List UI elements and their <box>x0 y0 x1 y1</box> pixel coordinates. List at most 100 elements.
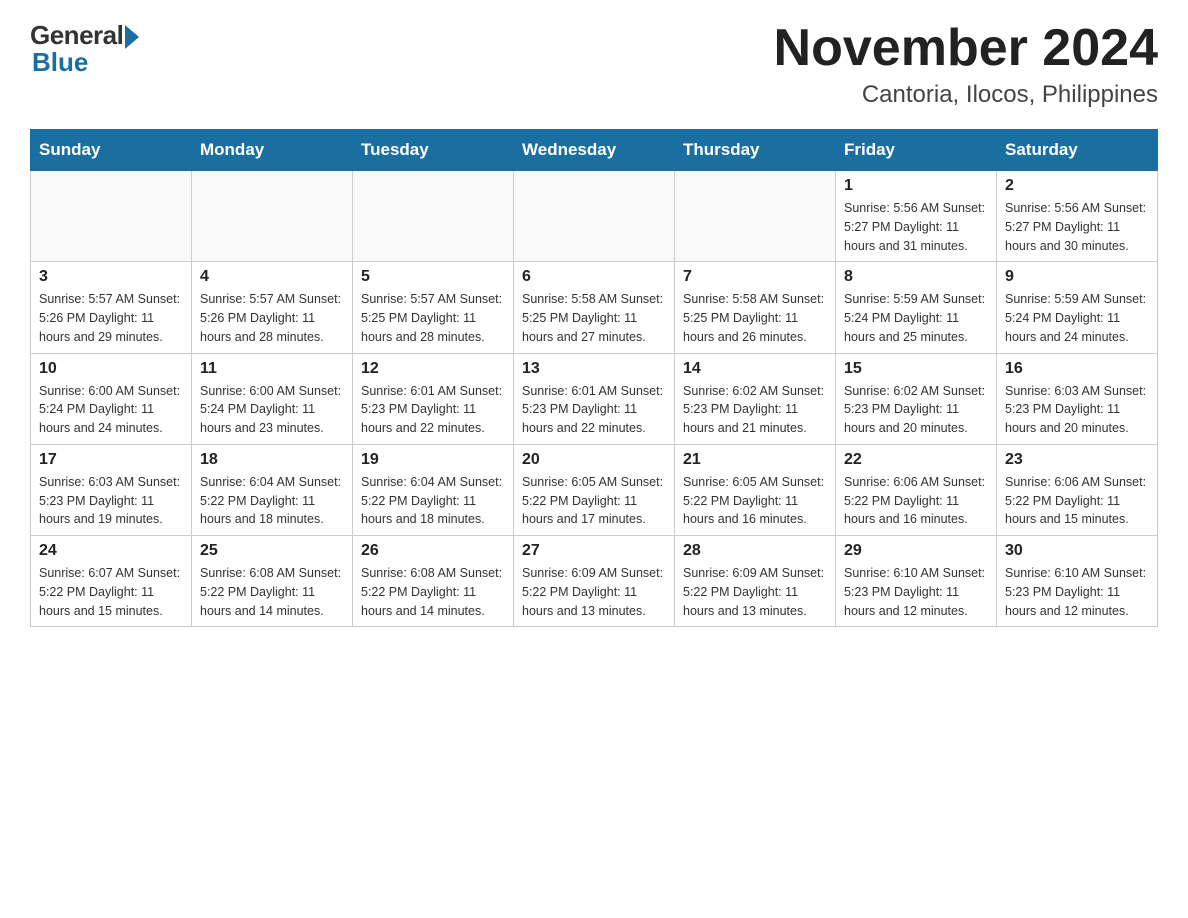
day-info: Sunrise: 5:57 AM Sunset: 5:26 PM Dayligh… <box>39 290 183 346</box>
day-info: Sunrise: 5:58 AM Sunset: 5:25 PM Dayligh… <box>522 290 666 346</box>
day-number: 26 <box>361 542 505 560</box>
day-number: 2 <box>1005 177 1149 195</box>
calendar-cell <box>514 171 675 262</box>
day-info: Sunrise: 6:06 AM Sunset: 5:22 PM Dayligh… <box>1005 473 1149 529</box>
calendar-cell <box>192 171 353 262</box>
logo-blue-text: Blue <box>32 47 88 78</box>
calendar-cell: 24 Sunrise: 6:07 AM Sunset: 5:22 PM Dayli… <box>31 536 192 627</box>
calendar-cell: 26 Sunrise: 6:08 AM Sunset: 5:22 PM Dayli… <box>353 536 514 627</box>
day-info: Sunrise: 6:08 AM Sunset: 5:22 PM Dayligh… <box>200 564 344 620</box>
day-number: 10 <box>39 360 183 378</box>
calendar-header-tuesday: Tuesday <box>353 130 514 171</box>
day-number: 9 <box>1005 268 1149 286</box>
day-number: 7 <box>683 268 827 286</box>
calendar-cell <box>353 171 514 262</box>
day-info: Sunrise: 6:02 AM Sunset: 5:23 PM Dayligh… <box>683 382 827 438</box>
calendar-cell: 29 Sunrise: 6:10 AM Sunset: 5:23 PM Dayli… <box>836 536 997 627</box>
calendar-cell: 7 Sunrise: 5:58 AM Sunset: 5:25 PM Daylig… <box>675 262 836 353</box>
day-info: Sunrise: 6:10 AM Sunset: 5:23 PM Dayligh… <box>844 564 988 620</box>
calendar-cell: 23 Sunrise: 6:06 AM Sunset: 5:22 PM Dayli… <box>997 444 1158 535</box>
calendar-cell: 11Sunrise: 6:00 AM Sunset: 5:24 PM Dayli… <box>192 353 353 444</box>
calendar-week-row-3: 10 Sunrise: 6:00 AM Sunset: 5:24 PM Dayli… <box>31 353 1158 444</box>
day-number: 21 <box>683 451 827 469</box>
calendar-cell: 15 Sunrise: 6:02 AM Sunset: 5:23 PM Dayli… <box>836 353 997 444</box>
day-number: 17 <box>39 451 183 469</box>
day-number: 24 <box>39 542 183 560</box>
page-header: General Blue November 2024 Cantoria, Ilo… <box>30 20 1158 109</box>
day-info: Sunrise: 6:06 AM Sunset: 5:22 PM Dayligh… <box>844 473 988 529</box>
day-number: 22 <box>844 451 988 469</box>
calendar-cell: 10 Sunrise: 6:00 AM Sunset: 5:24 PM Dayli… <box>31 353 192 444</box>
day-info: Sunrise: 5:56 AM Sunset: 5:27 PM Dayligh… <box>844 199 988 255</box>
day-info: Sunrise: 6:00 AM Sunset: 5:24 PM Dayligh… <box>200 382 344 438</box>
day-info: Sunrise: 6:01 AM Sunset: 5:23 PM Dayligh… <box>361 382 505 438</box>
calendar-cell: 12 Sunrise: 6:01 AM Sunset: 5:23 PM Dayli… <box>353 353 514 444</box>
calendar-cell: 2Sunrise: 5:56 AM Sunset: 5:27 PM Daylig… <box>997 171 1158 262</box>
calendar-cell: 17 Sunrise: 6:03 AM Sunset: 5:23 PM Dayli… <box>31 444 192 535</box>
day-number: 4 <box>200 268 344 286</box>
calendar-cell: 13 Sunrise: 6:01 AM Sunset: 5:23 PM Dayli… <box>514 353 675 444</box>
calendar-week-row-5: 24 Sunrise: 6:07 AM Sunset: 5:22 PM Dayli… <box>31 536 1158 627</box>
calendar-cell: 3 Sunrise: 5:57 AM Sunset: 5:26 PM Daylig… <box>31 262 192 353</box>
calendar-cell <box>675 171 836 262</box>
day-info: Sunrise: 6:05 AM Sunset: 5:22 PM Dayligh… <box>522 473 666 529</box>
calendar-cell: 21 Sunrise: 6:05 AM Sunset: 5:22 PM Dayli… <box>675 444 836 535</box>
day-number: 20 <box>522 451 666 469</box>
day-info: Sunrise: 6:00 AM Sunset: 5:24 PM Dayligh… <box>39 382 183 438</box>
day-number: 3 <box>39 268 183 286</box>
calendar-cell: 20 Sunrise: 6:05 AM Sunset: 5:22 PM Dayli… <box>514 444 675 535</box>
calendar-cell: 14Sunrise: 6:02 AM Sunset: 5:23 PM Dayli… <box>675 353 836 444</box>
day-info: Sunrise: 5:57 AM Sunset: 5:25 PM Dayligh… <box>361 290 505 346</box>
day-number: 12 <box>361 360 505 378</box>
calendar-cell: 19 Sunrise: 6:04 AM Sunset: 5:22 PM Dayli… <box>353 444 514 535</box>
logo: General Blue <box>30 20 139 78</box>
day-info: Sunrise: 6:04 AM Sunset: 5:22 PM Dayligh… <box>361 473 505 529</box>
day-info: Sunrise: 6:09 AM Sunset: 5:22 PM Dayligh… <box>683 564 827 620</box>
day-info: Sunrise: 5:59 AM Sunset: 5:24 PM Dayligh… <box>844 290 988 346</box>
calendar-cell: 16Sunrise: 6:03 AM Sunset: 5:23 PM Dayli… <box>997 353 1158 444</box>
calendar-cell: 5 Sunrise: 5:57 AM Sunset: 5:25 PM Daylig… <box>353 262 514 353</box>
day-number: 19 <box>361 451 505 469</box>
day-info: Sunrise: 6:04 AM Sunset: 5:22 PM Dayligh… <box>200 473 344 529</box>
day-info: Sunrise: 5:58 AM Sunset: 5:25 PM Dayligh… <box>683 290 827 346</box>
day-number: 23 <box>1005 451 1149 469</box>
day-number: 27 <box>522 542 666 560</box>
calendar-week-row-2: 3 Sunrise: 5:57 AM Sunset: 5:26 PM Daylig… <box>31 262 1158 353</box>
day-info: Sunrise: 6:08 AM Sunset: 5:22 PM Dayligh… <box>361 564 505 620</box>
calendar-cell: 22 Sunrise: 6:06 AM Sunset: 5:22 PM Dayli… <box>836 444 997 535</box>
calendar-header-sunday: Sunday <box>31 130 192 171</box>
logo-arrow-icon <box>125 25 139 49</box>
day-info: Sunrise: 5:57 AM Sunset: 5:26 PM Dayligh… <box>200 290 344 346</box>
page-title: November 2024 <box>774 20 1158 77</box>
day-number: 30 <box>1005 542 1149 560</box>
calendar-cell: 28Sunrise: 6:09 AM Sunset: 5:22 PM Dayli… <box>675 536 836 627</box>
calendar-header-wednesday: Wednesday <box>514 130 675 171</box>
day-number: 13 <box>522 360 666 378</box>
calendar-header-thursday: Thursday <box>675 130 836 171</box>
day-info: Sunrise: 5:59 AM Sunset: 5:24 PM Dayligh… <box>1005 290 1149 346</box>
day-info: Sunrise: 6:03 AM Sunset: 5:23 PM Dayligh… <box>1005 382 1149 438</box>
day-info: Sunrise: 6:10 AM Sunset: 5:23 PM Dayligh… <box>1005 564 1149 620</box>
calendar-cell: 9 Sunrise: 5:59 AM Sunset: 5:24 PM Daylig… <box>997 262 1158 353</box>
calendar-cell: 1Sunrise: 5:56 AM Sunset: 5:27 PM Daylig… <box>836 171 997 262</box>
day-info: Sunrise: 6:02 AM Sunset: 5:23 PM Dayligh… <box>844 382 988 438</box>
calendar-cell: 27 Sunrise: 6:09 AM Sunset: 5:22 PM Dayli… <box>514 536 675 627</box>
calendar-cell: 4 Sunrise: 5:57 AM Sunset: 5:26 PM Daylig… <box>192 262 353 353</box>
day-info: Sunrise: 6:09 AM Sunset: 5:22 PM Dayligh… <box>522 564 666 620</box>
calendar-cell: 6 Sunrise: 5:58 AM Sunset: 5:25 PM Daylig… <box>514 262 675 353</box>
day-number: 6 <box>522 268 666 286</box>
calendar-cell: 30 Sunrise: 6:10 AM Sunset: 5:23 PM Dayli… <box>997 536 1158 627</box>
calendar-header-saturday: Saturday <box>997 130 1158 171</box>
day-number: 8 <box>844 268 988 286</box>
day-number: 15 <box>844 360 988 378</box>
day-info: Sunrise: 6:05 AM Sunset: 5:22 PM Dayligh… <box>683 473 827 529</box>
page-subtitle: Cantoria, Ilocos, Philippines <box>774 81 1158 109</box>
day-number: 29 <box>844 542 988 560</box>
day-number: 25 <box>200 542 344 560</box>
calendar-week-row-4: 17 Sunrise: 6:03 AM Sunset: 5:23 PM Dayli… <box>31 444 1158 535</box>
day-info: Sunrise: 6:01 AM Sunset: 5:23 PM Dayligh… <box>522 382 666 438</box>
day-info: Sunrise: 6:07 AM Sunset: 5:22 PM Dayligh… <box>39 564 183 620</box>
day-info: Sunrise: 6:03 AM Sunset: 5:23 PM Dayligh… <box>39 473 183 529</box>
day-number: 5 <box>361 268 505 286</box>
calendar-cell: 18Sunrise: 6:04 AM Sunset: 5:22 PM Dayli… <box>192 444 353 535</box>
